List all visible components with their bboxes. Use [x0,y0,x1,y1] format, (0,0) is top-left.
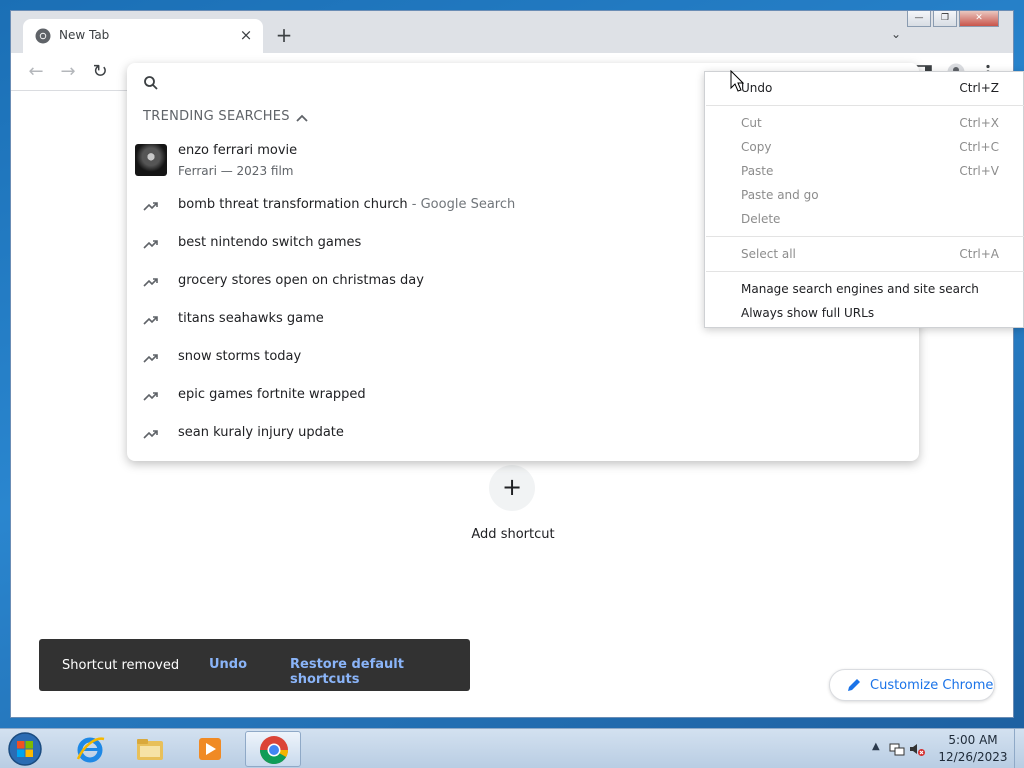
movie-thumbnail [135,144,167,176]
tab-search-icon[interactable]: ⌄ [891,27,901,41]
pencil-icon [848,679,860,691]
trending-icon [143,392,158,401]
menu-item-paste[interactable]: Paste Ctrl+V [705,161,1023,183]
network-icon[interactable] [888,740,906,758]
suggestion-text: sean kuraly injury update [178,425,344,440]
clock-date[interactable]: 12/26/2023 [938,750,1008,764]
entity-subtitle: Ferrari — 2023 film [178,164,294,178]
menu-item-select-all[interactable]: Select all Ctrl+A [705,244,1023,266]
close-window-button[interactable]: ✕ [959,11,999,27]
show-desktop-button[interactable] [1014,729,1024,768]
menu-separator [706,236,1024,237]
tab-close-icon[interactable]: × [237,26,255,44]
menu-label: Select all [741,247,796,261]
new-tab-button[interactable]: + [273,25,295,47]
suggestion-text: grocery stores open on christmas day [178,273,424,288]
forward-button[interactable]: → [57,61,79,83]
menu-label: Paste and go [741,188,819,202]
menu-separator [706,105,1024,106]
menu-item-undo[interactable]: Undo Ctrl+Z [705,78,1023,100]
volume-muted-icon[interactable] [908,740,926,758]
window-controls: — ❐ ✕ [907,11,999,27]
taskbar-media-player[interactable] [182,731,238,767]
menu-shortcut: Ctrl+Z [959,81,999,95]
tab-new-tab[interactable]: New Tab × [23,19,263,53]
add-shortcut-button[interactable]: + [489,465,535,511]
suggestion-text: best nintendo switch games [178,235,362,250]
menu-label: Delete [741,212,781,226]
taskbar-chrome[interactable] [245,731,301,767]
internet-explorer-icon [76,737,105,763]
customize-chrome-button[interactable]: Customize Chrome [829,669,995,701]
suggestion-item[interactable]: epic games fortnite wrapped [127,377,919,415]
omnibox-input[interactable] [171,69,731,95]
menu-item-cut[interactable]: Cut Ctrl+X [705,113,1023,135]
chrome-icon [35,28,51,44]
trending-icon [143,278,158,287]
entity-title: enzo ferrari movie [178,143,298,158]
toast-message: Shortcut removed [62,658,180,673]
mouse-cursor-icon [730,70,744,92]
back-button[interactable]: ← [25,61,47,83]
suggestion-item[interactable]: sean kuraly injury update [127,415,919,453]
trending-searches-header: TRENDING SEARCHES [143,109,290,124]
menu-label: Manage search engines and site search [741,282,979,296]
menu-separator [706,271,1024,272]
menu-item-manage-search-engines[interactable]: Manage search engines and site search [705,279,1023,301]
menu-shortcut: Ctrl+C [959,140,999,154]
restore-default-shortcuts-button[interactable]: Restore default shortcuts [290,657,470,687]
toast-undo-button[interactable]: Undo [209,657,247,672]
suggestion-text: epic games fortnite wrapped [178,387,366,402]
menu-label: Always show full URLs [741,306,875,320]
search-icon [144,76,158,90]
trending-icon [143,240,158,249]
suggestion-text: titans seahawks game [178,311,324,326]
menu-label: Undo [741,81,773,95]
taskbar: ▲ 5:00 AM 12/26/2023 [0,728,1024,768]
maximize-button[interactable]: ❐ [933,11,957,27]
system-tray: ▲ 5:00 AM 12/26/2023 [864,729,1024,768]
taskbar-internet-explorer[interactable] [62,731,118,767]
menu-item-delete[interactable]: Delete [705,209,1023,231]
chevron-up-icon[interactable] [295,111,309,125]
add-shortcut-label: Add shortcut [471,527,555,542]
trending-icon [143,354,158,363]
context-menu: Undo Ctrl+Z Cut Ctrl+X Copy Ctrl+C Paste… [704,71,1024,328]
trending-icon [143,202,158,211]
shortcut-removed-toast: Shortcut removed Undo Restore default sh… [39,639,470,691]
menu-shortcut: Ctrl+X [959,116,999,130]
menu-shortcut: Ctrl+V [959,164,999,178]
menu-label: Cut [741,116,762,130]
suggestion-suffix: - Google Search [407,197,516,212]
clock-time[interactable]: 5:00 AM [938,733,1008,747]
start-button[interactable] [6,731,44,767]
chrome-icon [260,736,288,764]
folder-icon [137,739,163,760]
taskbar-file-explorer[interactable] [122,731,178,767]
menu-item-paste-and-go[interactable]: Paste and go [705,185,1023,207]
suggestion-text: bomb threat transformation church - Goog… [178,197,516,212]
minimize-button[interactable]: — [907,11,931,27]
customize-chrome-label: Customize Chrome [870,678,994,693]
menu-label: Paste [741,164,774,178]
menu-item-always-show-full-urls[interactable]: Always show full URLs [705,303,1023,325]
menu-item-copy[interactable]: Copy Ctrl+C [705,137,1023,159]
reload-button[interactable]: ↻ [89,61,111,83]
suggestion-text: snow storms today [178,349,302,364]
menu-shortcut: Ctrl+A [959,247,999,261]
suggestion-item[interactable]: snow storms today [127,339,919,377]
trending-icon [143,430,158,439]
menu-label: Copy [741,140,772,154]
show-hidden-icons-button[interactable]: ▲ [872,741,880,752]
trending-icon [143,316,158,325]
tab-title: New Tab [59,28,110,42]
tab-strip: New Tab × + ⌄ — ❐ ✕ [11,11,1013,53]
media-player-icon [199,738,221,760]
